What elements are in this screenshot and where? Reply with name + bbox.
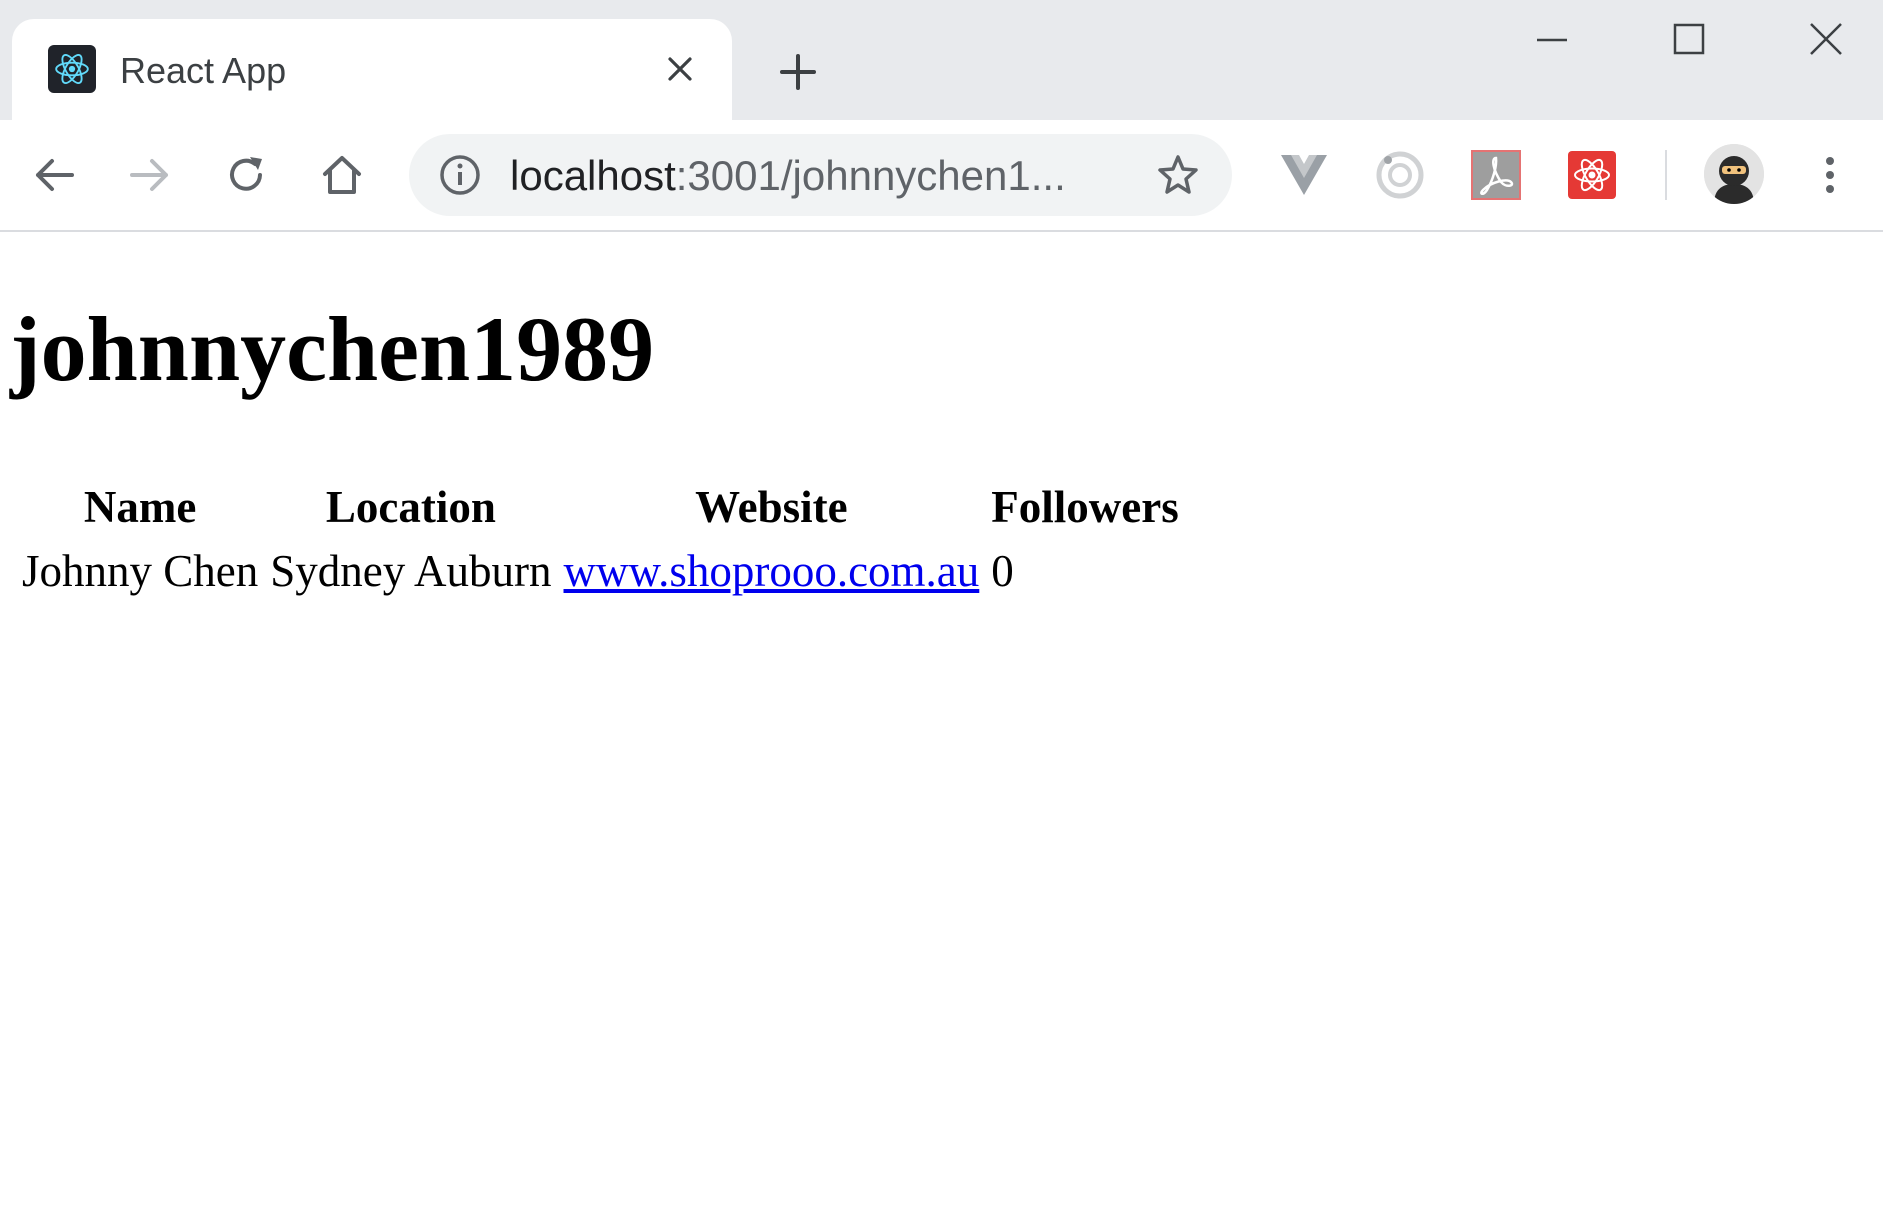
home-button[interactable] xyxy=(314,147,370,203)
table-row: Johnny Chen Sydney Auburn www.shoprooo.c… xyxy=(22,542,1179,600)
info-icon[interactable] xyxy=(439,154,481,196)
circle-extension-icon[interactable] xyxy=(1372,147,1428,203)
tab-strip: React App xyxy=(0,0,1883,120)
menu-button[interactable] xyxy=(1802,147,1858,203)
tab-close-icon[interactable] xyxy=(662,51,698,87)
tab-title: React App xyxy=(120,50,287,91)
react-devtools-icon[interactable] xyxy=(1564,147,1620,203)
cell-name: Johnny Chen xyxy=(22,546,259,596)
more-vert-icon xyxy=(1826,157,1834,193)
reload-button[interactable] xyxy=(218,147,274,203)
page-title: johnnychen1989 xyxy=(10,298,655,400)
avatar[interactable] xyxy=(1704,144,1764,204)
url-host: localhost xyxy=(510,152,676,199)
address-bar[interactable]: localhost:3001/johnnychen1... xyxy=(409,134,1232,216)
website-link[interactable]: www.shoprooo.com.au xyxy=(564,546,980,596)
close-icon xyxy=(1810,23,1842,55)
cell-location: Sydney Auburn xyxy=(270,546,552,596)
new-tab-button[interactable] xyxy=(772,46,824,98)
arrow-forward-icon xyxy=(130,159,168,191)
arrow-back-icon xyxy=(36,159,74,191)
ninja-avatar-icon xyxy=(1704,144,1764,204)
user-table: Name Location Website Followers Johnny C… xyxy=(10,472,1191,606)
url-path: :3001/johnnychen1... xyxy=(675,152,1066,199)
plus-icon xyxy=(780,54,816,90)
reload-icon xyxy=(230,157,262,191)
close-window-button[interactable] xyxy=(1796,14,1856,64)
page-content: johnnychen1989 Name Location Website Fol… xyxy=(0,232,1883,1229)
pdf-extension-icon[interactable] xyxy=(1468,147,1524,203)
minimize-icon xyxy=(1537,38,1567,42)
maximize-button[interactable] xyxy=(1659,14,1719,64)
url-text[interactable]: localhost:3001/johnnychen1... xyxy=(510,152,1120,200)
header-followers: Followers xyxy=(991,482,1179,532)
minimize-button[interactable] xyxy=(1522,14,1582,64)
browser-tab[interactable]: React App xyxy=(12,19,732,120)
react-logo-icon xyxy=(48,45,96,93)
browser-toolbar: localhost:3001/johnnychen1... xyxy=(0,120,1883,232)
cell-website: www.shoprooo.com.au xyxy=(564,542,980,600)
forward-button[interactable] xyxy=(122,147,178,203)
toolbar-divider xyxy=(1665,150,1667,200)
maximize-icon xyxy=(1673,23,1705,55)
header-website: Website xyxy=(695,482,848,532)
home-icon xyxy=(323,156,361,194)
header-location: Location xyxy=(325,482,496,532)
vue-devtools-icon[interactable] xyxy=(1276,147,1332,203)
table-header-row: Name Location Website Followers xyxy=(22,478,1179,536)
bookmark-star-icon[interactable] xyxy=(1155,152,1201,198)
header-name: Name xyxy=(83,482,197,532)
back-button[interactable] xyxy=(26,147,82,203)
cell-followers: 0 xyxy=(991,546,1014,596)
